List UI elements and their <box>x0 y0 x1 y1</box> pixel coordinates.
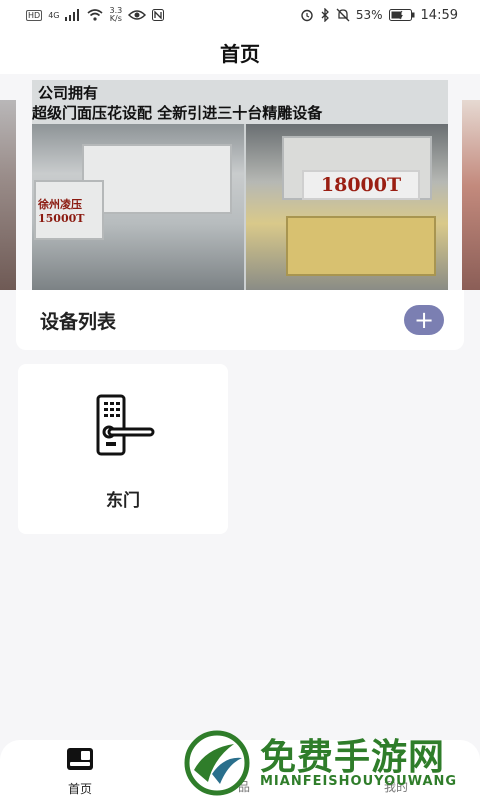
banner-caption-line1: 公司拥有 <box>38 84 99 102</box>
add-device-button[interactable]: + <box>404 305 444 335</box>
nfc-icon <box>152 9 165 21</box>
page-title: 首页 <box>220 41 260 66</box>
bluetooth-icon <box>321 8 329 22</box>
home-card-icon <box>67 748 93 770</box>
hd-badge: HD <box>26 9 43 21</box>
device-name: 东门 <box>106 491 140 511</box>
eye-icon <box>128 10 147 20</box>
press-cylinder-right <box>286 216 436 276</box>
press-label-15000: 徐州凌压 15000T <box>38 198 85 225</box>
banner-slide[interactable]: 公司拥有 超级门面压花设配 全新引进三十台精雕设备 18000T 徐州凌压 15… <box>32 80 448 290</box>
signal-icon <box>65 9 80 21</box>
press-housing-left <box>82 144 232 214</box>
press-label-18000: 18000T <box>302 170 420 200</box>
wifi-icon <box>87 9 104 21</box>
watermark-title: 免费手游网 <box>260 737 446 778</box>
alarm-icon <box>301 9 313 22</box>
press-machine-image-right <box>246 124 448 290</box>
title-bar: 首页 <box>0 30 480 74</box>
network-speed: 3.3 K/s <box>109 7 122 23</box>
banner-next-peek[interactable] <box>462 100 480 290</box>
status-left: HD 4G 3.3 K/s <box>26 7 165 23</box>
banner-prev-peek[interactable] <box>0 100 16 290</box>
banner-caption-line2: 超级门面压花设配 全新引进三十台精雕设备 <box>32 104 323 122</box>
door-lock-icon <box>96 394 155 456</box>
device-list-header: 设备列表 + <box>16 290 464 350</box>
nav-item-home[interactable]: 首页 <box>40 746 120 797</box>
status-bar: HD 4G 3.3 K/s 53% 14:59 <box>0 0 480 30</box>
mute-icon <box>336 8 350 22</box>
banner-carousel[interactable]: 公司拥有 超级门面压花设配 全新引进三十台精雕设备 18000T 徐州凌压 15… <box>0 80 480 295</box>
banner-caption: 公司拥有 超级门面压花设配 全新引进三十台精雕设备 <box>32 80 448 124</box>
clock: 14:59 <box>420 7 458 23</box>
battery-icon <box>388 9 415 21</box>
watermark-subtitle: MIANFEISHOUYOUWANG <box>260 774 458 789</box>
speed-unit: K/s <box>109 14 122 23</box>
network-type: 4G <box>48 10 60 20</box>
watermark-logo-icon <box>184 730 250 796</box>
status-right: 53% 14:59 <box>300 8 458 23</box>
nav-label-home: 首页 <box>67 782 92 796</box>
device-card[interactable]: 东门 <box>18 364 228 534</box>
plus-icon: + <box>413 306 435 334</box>
device-list-title: 设备列表 <box>40 310 117 333</box>
battery-percent: 53% <box>355 8 383 22</box>
watermark: 免费手游网 MIANFEISHOUYOUWANG <box>180 728 480 800</box>
